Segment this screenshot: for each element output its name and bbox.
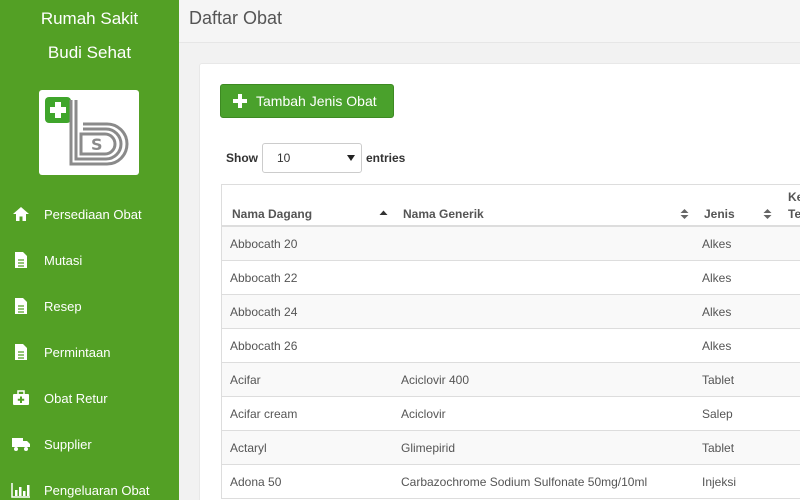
sidebar-item-label: Pengeluaran Obat — [44, 482, 150, 498]
sidebar-item-obat-retur[interactable]: Obat Retur — [0, 375, 179, 421]
sidebar-item-permintaan[interactable]: Permintaan — [0, 329, 179, 375]
sidebar-item-label: Resep — [44, 298, 82, 314]
column-header-line-2: Te — [788, 207, 800, 221]
home-icon — [11, 204, 31, 224]
column-header-truncated[interactable]: Ke Te — [788, 189, 800, 223]
cell-nama-dagang: Abbocath 24 — [230, 305, 298, 319]
cell-nama-dagang: Abbocath 22 — [230, 271, 298, 285]
cell-jenis: Alkes — [702, 237, 732, 251]
svg-text:S: S — [91, 135, 103, 154]
column-header-line-1: Ke — [788, 190, 800, 204]
entries-label: entries — [366, 151, 406, 165]
document-icon — [11, 342, 31, 362]
cell-nama-dagang: Abbocath 20 — [230, 237, 298, 251]
sidebar-item-label: Mutasi — [44, 252, 83, 268]
cell-jenis: Alkes — [702, 305, 732, 319]
table-header: Nama Dagang Nama Generik Jenis Ke Te — [222, 185, 800, 227]
content-panel: Tambah Jenis Obat Show 10 entries Nama D… — [199, 63, 800, 500]
sidebar-item-mutasi[interactable]: Mutasi — [0, 237, 179, 283]
sidebar-item-pengeluaran-obat[interactable]: Pengeluaran Obat — [0, 467, 179, 500]
truck-icon — [11, 434, 31, 454]
cell-jenis: Alkes — [702, 339, 732, 353]
column-header-jenis[interactable]: Jenis — [704, 207, 735, 221]
medicine-table: Nama Dagang Nama Generik Jenis Ke Te Abb… — [221, 184, 800, 499]
sidebar-item-persediaan-obat[interactable]: Persediaan Obat — [0, 191, 179, 237]
sidebar-item-supplier[interactable]: Supplier — [0, 421, 179, 467]
entries-length-control: Show 10 entries — [226, 143, 405, 173]
document-icon — [11, 250, 31, 270]
cell-jenis: Injeksi — [702, 475, 737, 489]
cell-nama-dagang: Abbocath 26 — [230, 339, 298, 353]
table-row[interactable]: Adona 50 Carbazochrome Sodium Sulfonate … — [222, 465, 800, 499]
document-icon — [11, 296, 31, 316]
add-medicine-type-button[interactable]: Tambah Jenis Obat — [220, 84, 394, 118]
table-row[interactable]: Actaryl Glimepirid Tablet — [222, 431, 800, 465]
cell-nama-dagang: Acifar — [230, 373, 261, 387]
table-row[interactable]: Acifar Aciclovir 400 Tablet — [222, 363, 800, 397]
top-bar: Daftar Obat — [179, 0, 800, 43]
sidebar-item-label: Permintaan — [44, 344, 111, 360]
hospital-name: Rumah Sakit Budi Sehat — [0, 0, 179, 70]
table-row[interactable]: Abbocath 20 Alkes — [222, 227, 800, 261]
show-label: Show — [226, 151, 258, 165]
hospital-logo: S — [39, 90, 139, 175]
cell-jenis: Alkes — [702, 271, 732, 285]
cell-jenis: Tablet — [702, 373, 735, 387]
table-row[interactable]: Abbocath 22 Alkes — [222, 261, 800, 295]
logo-emblem: S — [69, 100, 129, 166]
sort-both-icon[interactable] — [763, 208, 772, 223]
sort-both-icon[interactable] — [680, 208, 689, 223]
table-row[interactable]: Acifar cream Aciclovir Salep — [222, 397, 800, 431]
cell-jenis: Tablet — [702, 441, 735, 455]
cell-jenis: Salep — [702, 407, 733, 421]
column-header-nama-generik[interactable]: Nama Generik — [403, 207, 484, 221]
sidebar-item-label: Persediaan Obat — [44, 206, 142, 222]
bar-chart-icon — [11, 480, 31, 500]
sidebar-nav: Persediaan Obat Mutasi Resep Permintaan … — [0, 191, 179, 500]
entries-select-value: 10 — [277, 151, 291, 165]
entries-select[interactable]: 10 — [262, 143, 362, 173]
medkit-icon — [11, 388, 31, 408]
chevron-down-icon — [347, 155, 355, 161]
table-row[interactable]: Abbocath 26 Alkes — [222, 329, 800, 363]
sidebar-item-label: Obat Retur — [44, 390, 108, 406]
cell-nama-generik: Aciclovir 400 — [401, 373, 470, 387]
sort-asc-icon[interactable] — [379, 208, 388, 222]
sidebar-item-label: Supplier — [44, 436, 92, 452]
table-body: Abbocath 20 Alkes Abbocath 22 Alkes Abbo… — [222, 227, 800, 499]
add-button-label: Tambah Jenis Obat — [256, 93, 377, 109]
sidebar: Rumah Sakit Budi Sehat S Persediaan Obat… — [0, 0, 179, 500]
sidebar-item-resep[interactable]: Resep — [0, 283, 179, 329]
cell-nama-dagang: Actaryl — [230, 441, 267, 455]
cell-nama-dagang: Adona 50 — [230, 475, 282, 489]
cell-nama-generik: Aciclovir — [401, 407, 446, 421]
cell-nama-generik: Glimepirid — [401, 441, 456, 455]
cell-nama-generik: Carbazochrome Sodium Sulfonate 50mg/10ml — [401, 475, 648, 489]
plus-icon — [233, 94, 247, 108]
page-title: Daftar Obat — [189, 8, 283, 28]
brand-line-2: Budi Sehat — [47, 43, 132, 62]
table-row[interactable]: Abbocath 24 Alkes — [222, 295, 800, 329]
cell-nama-dagang: Acifar cream — [230, 407, 298, 421]
brand-line-1: Rumah Sakit — [40, 9, 139, 28]
column-header-nama-dagang[interactable]: Nama Dagang — [232, 207, 312, 221]
